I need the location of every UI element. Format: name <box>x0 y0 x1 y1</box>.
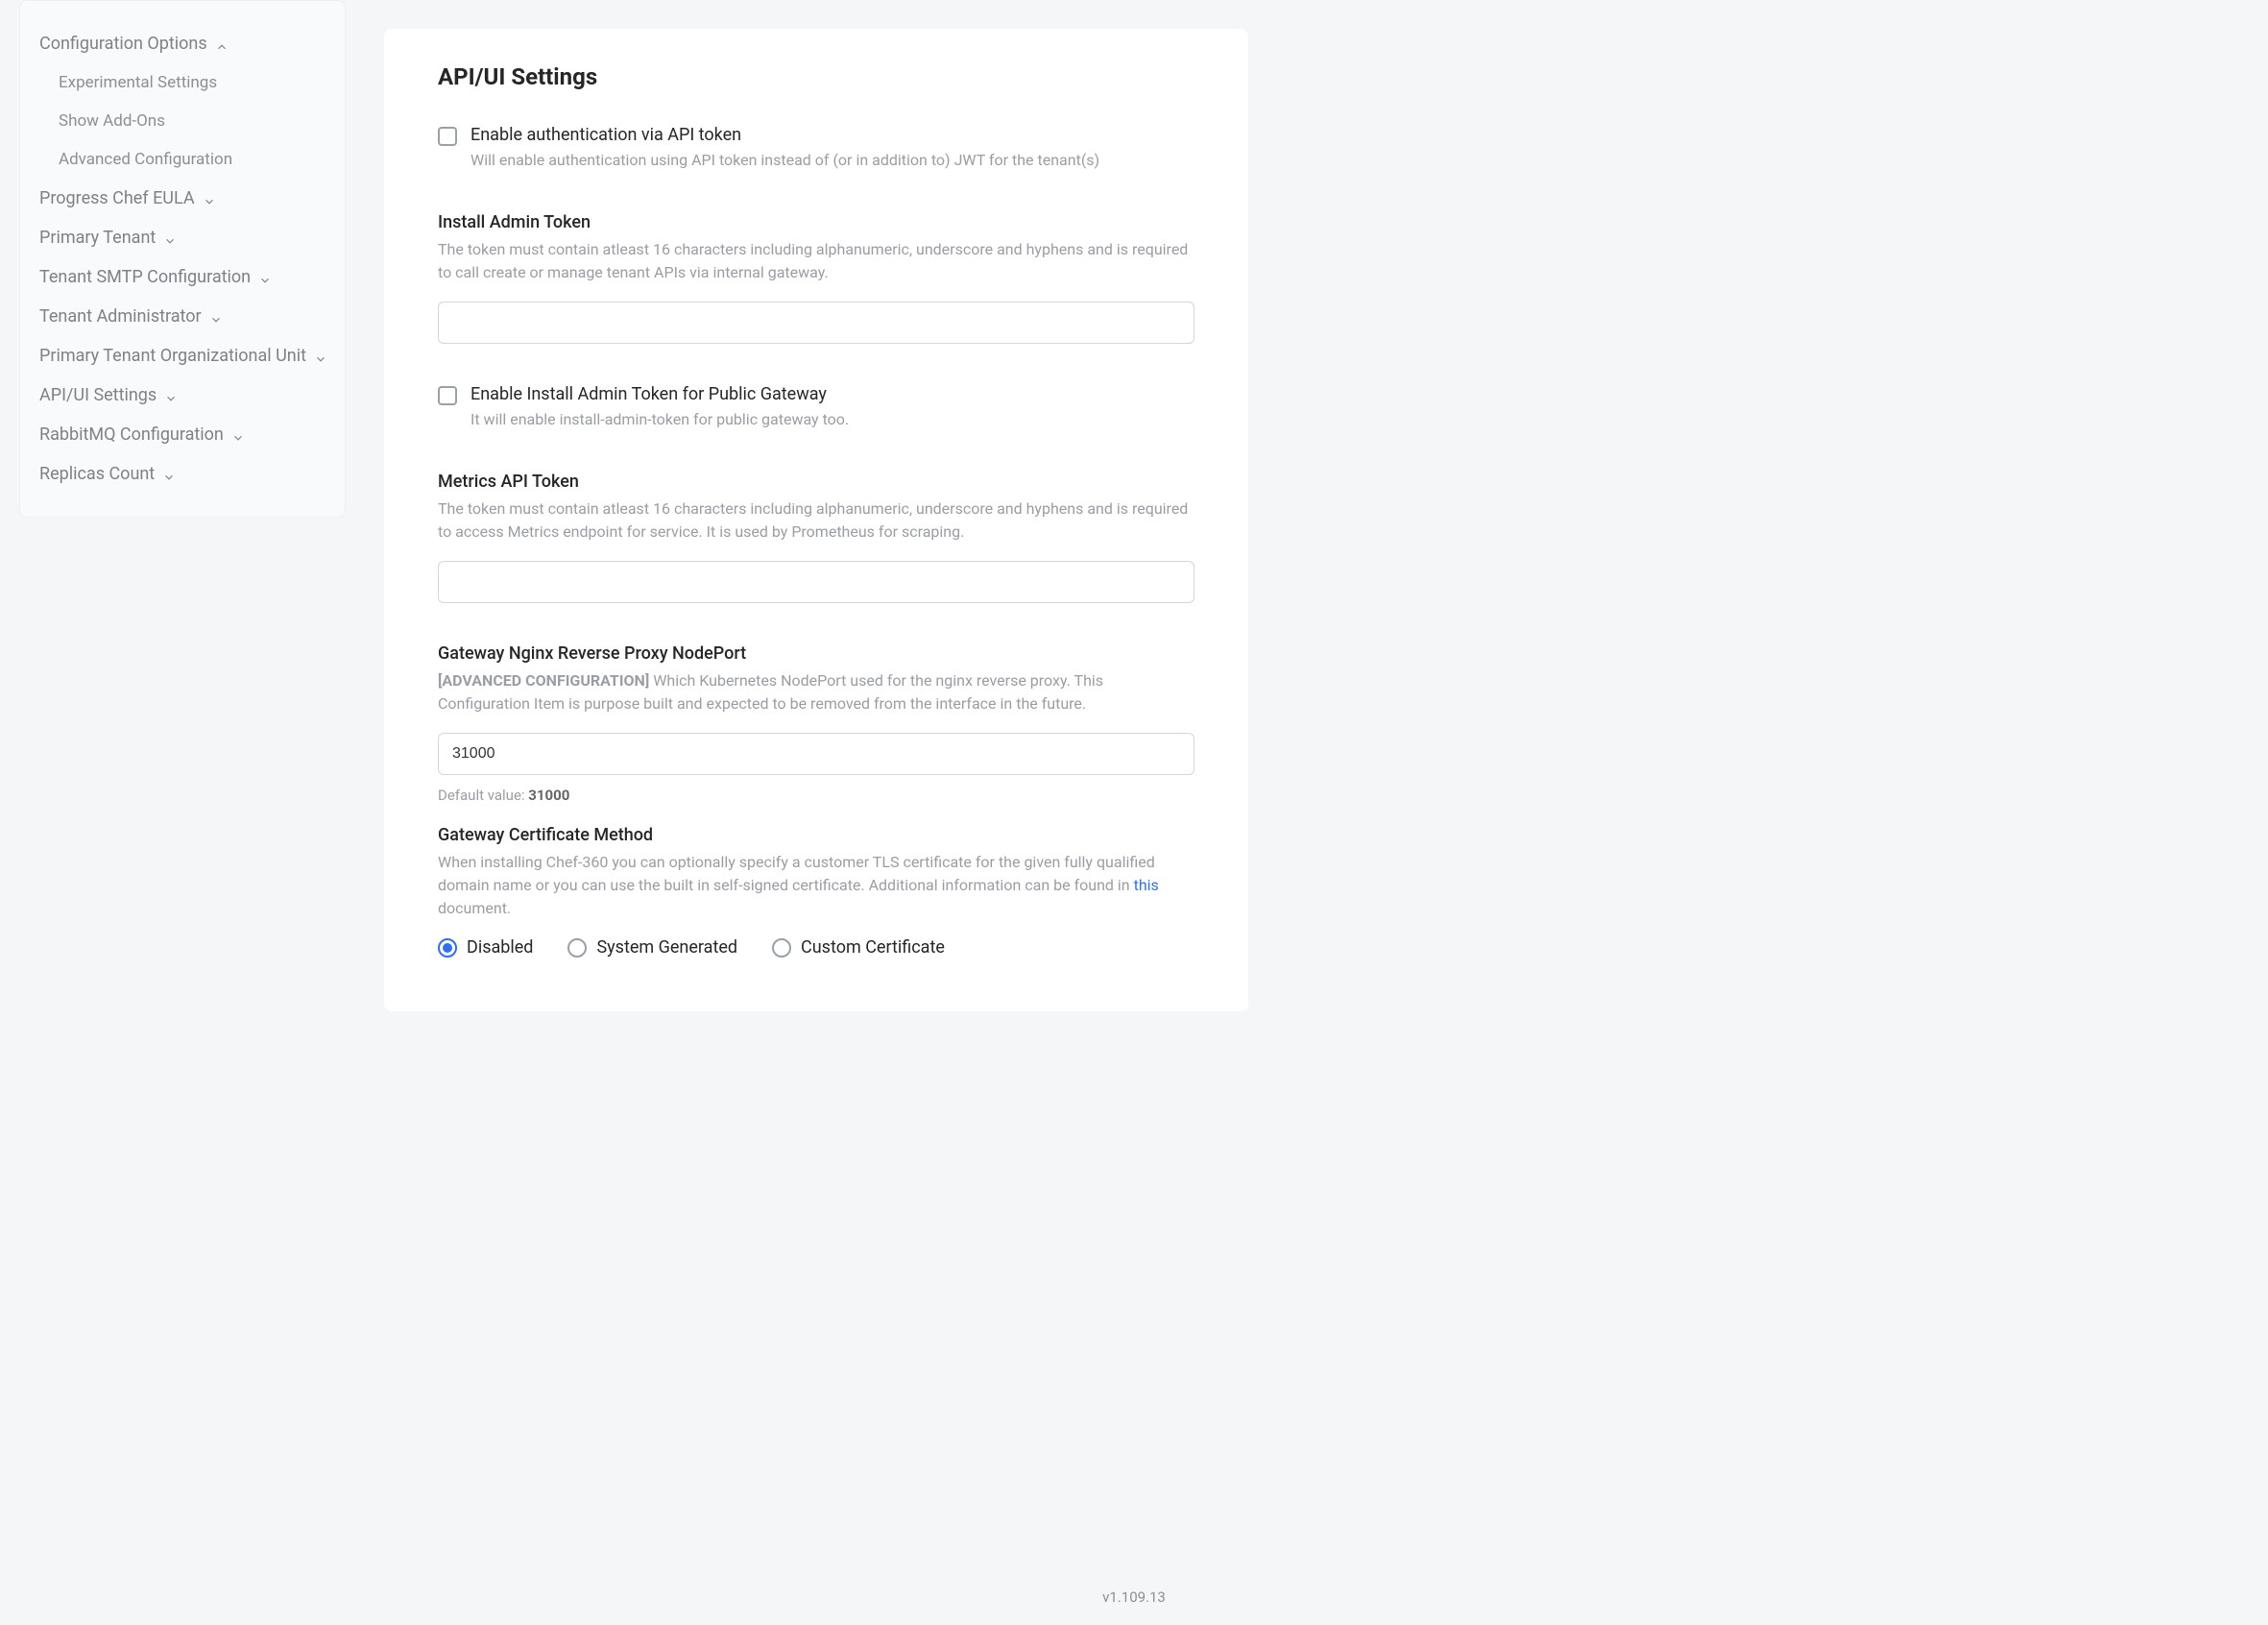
enable-public-label: Enable Install Admin Token for Public Ga… <box>470 384 1194 404</box>
radio-option-disabled[interactable]: Disabled <box>438 937 533 958</box>
gateway-port-field: Gateway Nginx Reverse Proxy NodePort [AD… <box>438 643 1194 804</box>
sidebar: Configuration Options Experimental Setti… <box>19 0 346 518</box>
sidebar-item-api-ui-settings[interactable]: API/UI Settings <box>39 376 326 415</box>
chevron-down-icon <box>209 311 221 323</box>
radio-circle-icon <box>772 938 791 958</box>
chevron-down-icon <box>163 232 175 244</box>
radio-circle-icon <box>438 938 457 958</box>
cert-method-label: Gateway Certificate Method <box>438 825 1194 845</box>
cert-desc-pre: When installing Chef-360 you can optiona… <box>438 853 1155 894</box>
chevron-up-icon <box>215 38 227 50</box>
gateway-port-input[interactable] <box>438 733 1194 775</box>
enable-public-checkbox[interactable] <box>438 386 457 405</box>
gateway-port-prefix: [ADVANCED CONFIGURATION] <box>438 671 649 690</box>
radio-circle-icon <box>567 938 587 958</box>
cert-method-field: Gateway Certificate Method When installi… <box>438 825 1194 958</box>
radio-option-system-generated[interactable]: System Generated <box>567 937 737 958</box>
chevron-down-icon <box>164 390 176 401</box>
chevron-down-icon <box>162 469 174 480</box>
sidebar-item-configuration-options[interactable]: Configuration Options <box>39 24 326 63</box>
panel-title: API/UI Settings <box>438 63 1194 90</box>
sidebar-item-label: Replicas Count <box>39 464 155 484</box>
sidebar-item-label: Configuration Options <box>39 34 207 54</box>
chevron-down-icon <box>231 429 243 441</box>
sidebar-item-label: Tenant SMTP Configuration <box>39 267 251 287</box>
sidebar-item-label: Progress Chef EULA <box>39 188 195 208</box>
metrics-token-label: Metrics API Token <box>438 472 1194 492</box>
settings-panel: API/UI Settings Enable authentication vi… <box>384 29 1248 1011</box>
enable-public-field: Enable Install Admin Token for Public Ga… <box>438 384 1194 431</box>
cert-doc-link[interactable]: this <box>1134 876 1159 894</box>
enable-auth-checkbox[interactable] <box>438 127 457 146</box>
radio-label: Custom Certificate <box>801 937 945 958</box>
sidebar-item-label: API/UI Settings <box>39 385 157 405</box>
sidebar-subitem-advanced-configuration[interactable]: Advanced Configuration <box>39 140 326 179</box>
cert-method-radio-group: Disabled System Generated Custom Certifi… <box>438 937 1194 958</box>
sidebar-subitem-experimental-settings[interactable]: Experimental Settings <box>39 63 326 102</box>
chevron-down-icon <box>203 193 214 205</box>
install-token-input[interactable] <box>438 302 1194 344</box>
install-token-label: Install Admin Token <box>438 212 1194 232</box>
gateway-port-desc: [ADVANCED CONFIGURATION] Which Kubernete… <box>438 669 1194 715</box>
enable-auth-desc: Will enable authentication using API tok… <box>470 149 1194 172</box>
sidebar-item-primary-tenant[interactable]: Primary Tenant <box>39 218 326 257</box>
default-value: 31000 <box>528 787 569 804</box>
chevron-down-icon <box>258 272 270 283</box>
radio-label: System Generated <box>596 937 737 958</box>
sidebar-item-tenant-administrator[interactable]: Tenant Administrator <box>39 297 326 336</box>
sidebar-item-label: Primary Tenant <box>39 228 156 248</box>
metrics-token-input[interactable] <box>438 561 1194 603</box>
sidebar-item-label: Primary Tenant Organizational Unit <box>39 346 306 366</box>
cert-method-desc: When installing Chef-360 you can optiona… <box>438 851 1194 920</box>
default-label: Default value: <box>438 787 528 804</box>
gateway-port-label: Gateway Nginx Reverse Proxy NodePort <box>438 643 1194 664</box>
sidebar-item-label: RabbitMQ Configuration <box>39 424 224 445</box>
enable-auth-field: Enable authentication via API token Will… <box>438 125 1194 172</box>
main-content: API/UI Settings Enable authentication vi… <box>384 0 1248 1562</box>
metrics-token-desc: The token must contain atleast 16 charac… <box>438 497 1194 544</box>
chevron-down-icon <box>314 351 326 362</box>
enable-auth-label: Enable authentication via API token <box>470 125 1194 145</box>
enable-public-desc: It will enable install-admin-token for p… <box>470 408 1194 431</box>
sidebar-item-tenant-smtp-configuration[interactable]: Tenant SMTP Configuration <box>39 257 326 297</box>
footer-version: v1.109.13 <box>0 1562 2268 1625</box>
sidebar-item-label: Tenant Administrator <box>39 306 202 327</box>
install-token-desc: The token must contain atleast 16 charac… <box>438 238 1194 284</box>
metrics-token-field: Metrics API Token The token must contain… <box>438 472 1194 603</box>
gateway-port-default: Default value: 31000 <box>438 787 1194 804</box>
install-token-field: Install Admin Token The token must conta… <box>438 212 1194 344</box>
sidebar-subitem-show-addons[interactable]: Show Add-Ons <box>39 102 326 140</box>
radio-label: Disabled <box>467 937 533 958</box>
sidebar-item-primary-tenant-organizational-unit[interactable]: Primary Tenant Organizational Unit <box>39 336 326 376</box>
sidebar-item-progress-chef-eula[interactable]: Progress Chef EULA <box>39 179 326 218</box>
sidebar-item-replicas-count[interactable]: Replicas Count <box>39 454 326 494</box>
cert-desc-post: document. <box>438 899 511 917</box>
sidebar-item-rabbitmq-configuration[interactable]: RabbitMQ Configuration <box>39 415 326 454</box>
radio-option-custom-certificate[interactable]: Custom Certificate <box>772 937 945 958</box>
